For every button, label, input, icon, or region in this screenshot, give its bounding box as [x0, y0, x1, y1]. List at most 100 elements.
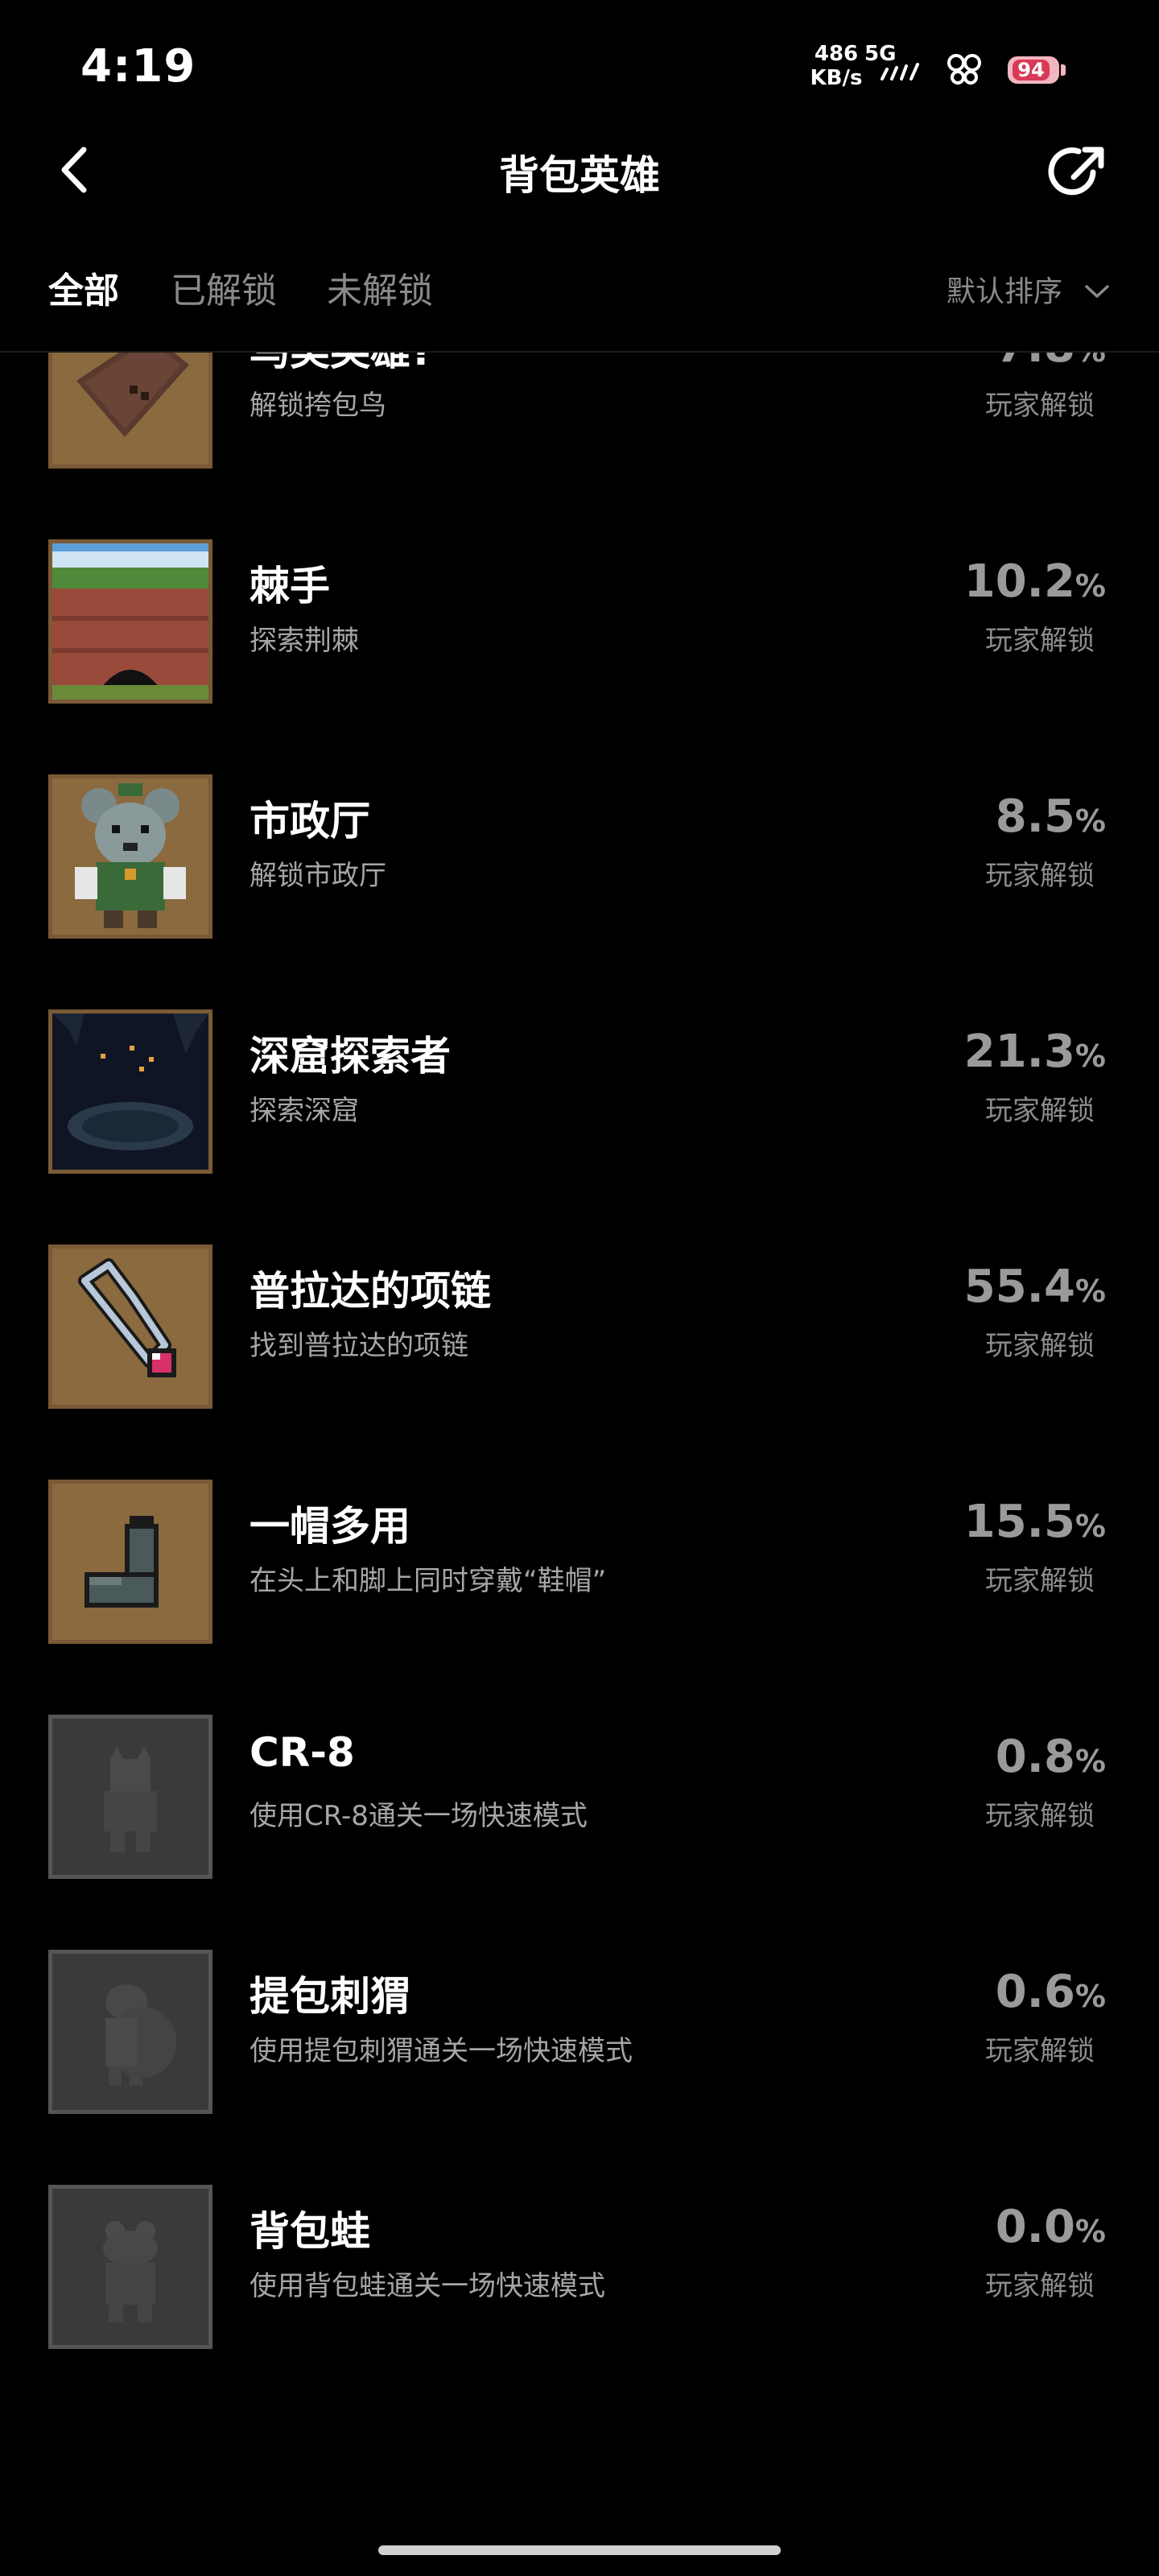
- achievement-list: 鸟类英雄? 解锁挎包鸟 7.8% 玩家解锁 棘手 探索荆棘: [0, 353, 1159, 2510]
- achievement-percent: 10.2%: [964, 555, 1106, 608]
- share-button[interactable]: [1046, 140, 1111, 204]
- achievement-item[interactable]: 棘手 探索荆棘 10.2% 玩家解锁: [0, 515, 1159, 750]
- achievement-title: 深窟探索者: [250, 1033, 451, 1080]
- achievement-thumb: [48, 539, 212, 704]
- achievement-thumb: [48, 774, 212, 939]
- unlock-rate-label: 玩家解锁: [985, 625, 1095, 657]
- header: 背包英雄: [0, 129, 1159, 209]
- achievement-title: 背包蛙: [250, 2208, 370, 2255]
- tab-unlocked[interactable]: 已解锁: [171, 262, 277, 313]
- percent-unit: %: [1074, 803, 1106, 839]
- percent-value: 55.4: [963, 1261, 1075, 1313]
- percent-unit: %: [1074, 1979, 1106, 2014]
- achievement-description: 探索深窟: [250, 1095, 359, 1127]
- unlock-rate-label: 玩家解锁: [985, 1095, 1095, 1127]
- achievement-thumb: [48, 353, 212, 469]
- percent-unit: %: [1074, 1038, 1106, 1074]
- status-time: 4:19: [80, 40, 196, 93]
- achievement-percent: 7.8%: [996, 353, 1106, 373]
- achievement-title: 提包刺猬: [250, 1973, 410, 2020]
- achievement-percent: 21.3%: [964, 1026, 1106, 1078]
- satchel-icon: [52, 353, 208, 464]
- achievement-percent: 0.8%: [996, 1731, 1106, 1783]
- achievement-description: 使用提包刺猬通关一场快速模式: [250, 2035, 633, 2067]
- achievement-thumb: [48, 2185, 212, 2349]
- unlock-rate-label: 玩家解锁: [985, 860, 1095, 892]
- signal-icon: [881, 63, 919, 80]
- achievement-description: 解锁市政厅: [250, 860, 386, 892]
- percent-value: 21.3: [963, 1026, 1075, 1078]
- percent-unit: %: [1074, 568, 1106, 604]
- percent-value: 15.5: [963, 1496, 1075, 1548]
- achievement-title: 市政厅: [250, 798, 370, 844]
- achievement-description: 使用CR-8通关一场快速模式: [250, 1800, 588, 1832]
- unlock-rate-label: 玩家解锁: [985, 1800, 1095, 1832]
- filter-tabs: 全部 已解锁 未解锁 默认排序: [0, 262, 1159, 326]
- butterfly-icon: [947, 54, 981, 85]
- home-indicator[interactable]: [378, 2545, 781, 2555]
- unlock-rate-label: 玩家解锁: [985, 390, 1095, 422]
- achievement-title: CR-8: [250, 1729, 355, 1776]
- percent-unit: %: [1074, 1509, 1106, 1544]
- network-speed-unit: KB/s: [810, 66, 863, 90]
- tab-all[interactable]: 全部: [48, 262, 119, 313]
- achievement-item[interactable]: 普拉达的项链 找到普拉达的项链 55.4% 玩家解锁: [0, 1220, 1159, 1455]
- achievement-description: 探索荆棘: [250, 625, 359, 657]
- percent-value: 0.6: [995, 1966, 1075, 2018]
- unlock-rate-label: 玩家解锁: [985, 2270, 1095, 2302]
- percent-value: 7.8: [996, 353, 1075, 373]
- achievement-item[interactable]: 鸟类英雄? 解锁挎包鸟 7.8% 玩家解锁: [0, 353, 1159, 515]
- percent-value: 0.0: [995, 2201, 1075, 2253]
- thorn-cave-icon: [52, 543, 208, 700]
- percent-value: 0.8: [995, 1731, 1075, 1783]
- achievement-description: 使用背包蛙通关一场快速模式: [250, 2270, 605, 2302]
- back-button[interactable]: [48, 142, 105, 198]
- percent-value: 8.5: [995, 791, 1075, 843]
- percent-unit: %: [1074, 1744, 1106, 1779]
- achievement-item[interactable]: 深窟探索者 探索深窟 21.3% 玩家解锁: [0, 985, 1159, 1220]
- achievement-thumb: [48, 1715, 212, 1879]
- battery-icon: 94: [1008, 56, 1059, 84]
- achievement-percent: 8.5%: [996, 791, 1106, 843]
- achievement-thumb: [48, 1480, 212, 1644]
- achievement-percent: 15.5%: [964, 1496, 1106, 1548]
- achievement-thumb: [48, 1245, 212, 1409]
- page-title: 背包英雄: [499, 152, 660, 199]
- chevron-down-icon[interactable]: [1083, 282, 1111, 301]
- achievement-percent: 0.0%: [996, 2201, 1106, 2253]
- achievement-item[interactable]: CR-8 使用CR-8通关一场快速模式 0.8% 玩家解锁: [0, 1690, 1159, 1926]
- achievement-title: 棘手: [250, 563, 330, 609]
- status-bar: 4:19 486 KB/s 5G 94: [0, 0, 1159, 137]
- percent-value: 10.2: [963, 555, 1075, 608]
- achievement-thumb: [48, 1950, 212, 2114]
- unlock-rate-label: 玩家解锁: [985, 1565, 1095, 1597]
- frog-icon: [52, 2189, 208, 2345]
- achievement-title: 鸟类英雄?: [250, 353, 434, 377]
- percent-unit: %: [1074, 1274, 1106, 1309]
- deep-cave-icon: [52, 1013, 208, 1170]
- achievement-item[interactable]: 提包刺猬 使用提包刺猬通关一场快速模式 0.6% 玩家解锁: [0, 1926, 1159, 2161]
- achievement-item[interactable]: 背包蛙 使用背包蛙通关一场快速模式 0.0% 玩家解锁: [0, 2161, 1159, 2396]
- battery-tip: [1061, 64, 1066, 76]
- battery-percent: 94: [1017, 59, 1045, 81]
- achievement-description: 在头上和脚上同时穿戴“鞋帽”: [250, 1565, 607, 1597]
- mouse-mayor-icon: [52, 778, 208, 935]
- achievement-title: 普拉达的项链: [250, 1268, 491, 1315]
- unlock-rate-label: 玩家解锁: [985, 2035, 1095, 2067]
- hedgehog-icon: [52, 1954, 208, 2110]
- achievement-item[interactable]: 市政厅 解锁市政厅 8.5% 玩家解锁: [0, 750, 1159, 985]
- network-speed: 486 KB/s: [808, 42, 864, 90]
- network-speed-value: 486: [814, 42, 859, 66]
- unlock-rate-label: 玩家解锁: [985, 1330, 1095, 1362]
- achievement-percent: 55.4%: [964, 1261, 1106, 1313]
- tab-locked[interactable]: 未解锁: [327, 262, 433, 313]
- chevron-left-icon: [61, 147, 87, 193]
- percent-unit: %: [1075, 353, 1106, 369]
- necklace-icon: [52, 1249, 208, 1405]
- achievement-item[interactable]: 一帽多用 在头上和脚上同时穿戴“鞋帽” 15.5% 玩家解锁: [0, 1455, 1159, 1690]
- achievement-description: 找到普拉达的项链: [250, 1330, 468, 1362]
- robot-cat-icon: [52, 1719, 208, 1875]
- percent-unit: %: [1074, 2214, 1106, 2249]
- achievement-title: 一帽多用: [250, 1503, 410, 1550]
- sort-dropdown[interactable]: 默认排序: [947, 268, 1062, 308]
